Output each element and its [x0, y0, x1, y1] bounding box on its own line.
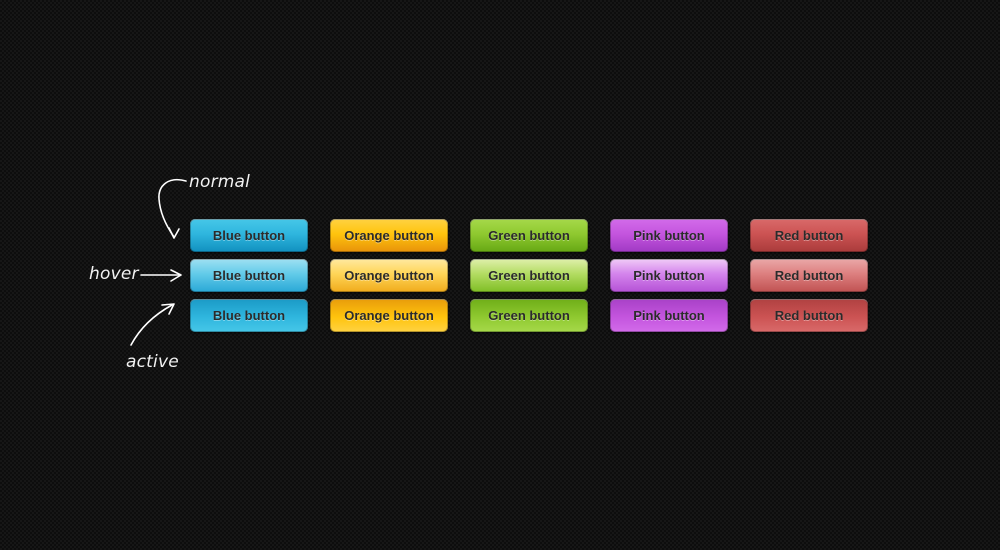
annotation-label-normal: normal [189, 172, 251, 192]
button-pink-normal[interactable]: Pink button [610, 219, 728, 252]
button-blue-normal[interactable]: Blue button [190, 219, 308, 252]
button-blue-hover[interactable]: Blue button [190, 259, 308, 292]
button-row-active: Blue button Orange button Green button P… [190, 299, 868, 332]
button-pink-hover[interactable]: Pink button [610, 259, 728, 292]
annotation-label-active: active [126, 352, 179, 372]
button-pink-active[interactable]: Pink button [610, 299, 728, 332]
arrow-normal-icon [158, 179, 187, 239]
button-red-active[interactable]: Red button [750, 299, 868, 332]
arrow-active-icon [130, 303, 175, 346]
button-orange-normal[interactable]: Orange button [330, 219, 448, 252]
button-green-normal[interactable]: Green button [470, 219, 588, 252]
button-row-normal: Blue button Orange button Green button P… [190, 219, 868, 252]
annotation-label-hover: hover [89, 264, 139, 284]
button-red-normal[interactable]: Red button [750, 219, 868, 252]
button-orange-hover[interactable]: Orange button [330, 259, 448, 292]
button-red-hover[interactable]: Red button [750, 259, 868, 292]
arrow-hover-icon [140, 269, 182, 282]
button-blue-active[interactable]: Blue button [190, 299, 308, 332]
button-green-active[interactable]: Green button [470, 299, 588, 332]
button-row-hover: Blue button Orange button Green button P… [190, 259, 868, 292]
button-orange-active[interactable]: Orange button [330, 299, 448, 332]
button-grid: Blue button Orange button Green button P… [190, 219, 868, 332]
button-green-hover[interactable]: Green button [470, 259, 588, 292]
